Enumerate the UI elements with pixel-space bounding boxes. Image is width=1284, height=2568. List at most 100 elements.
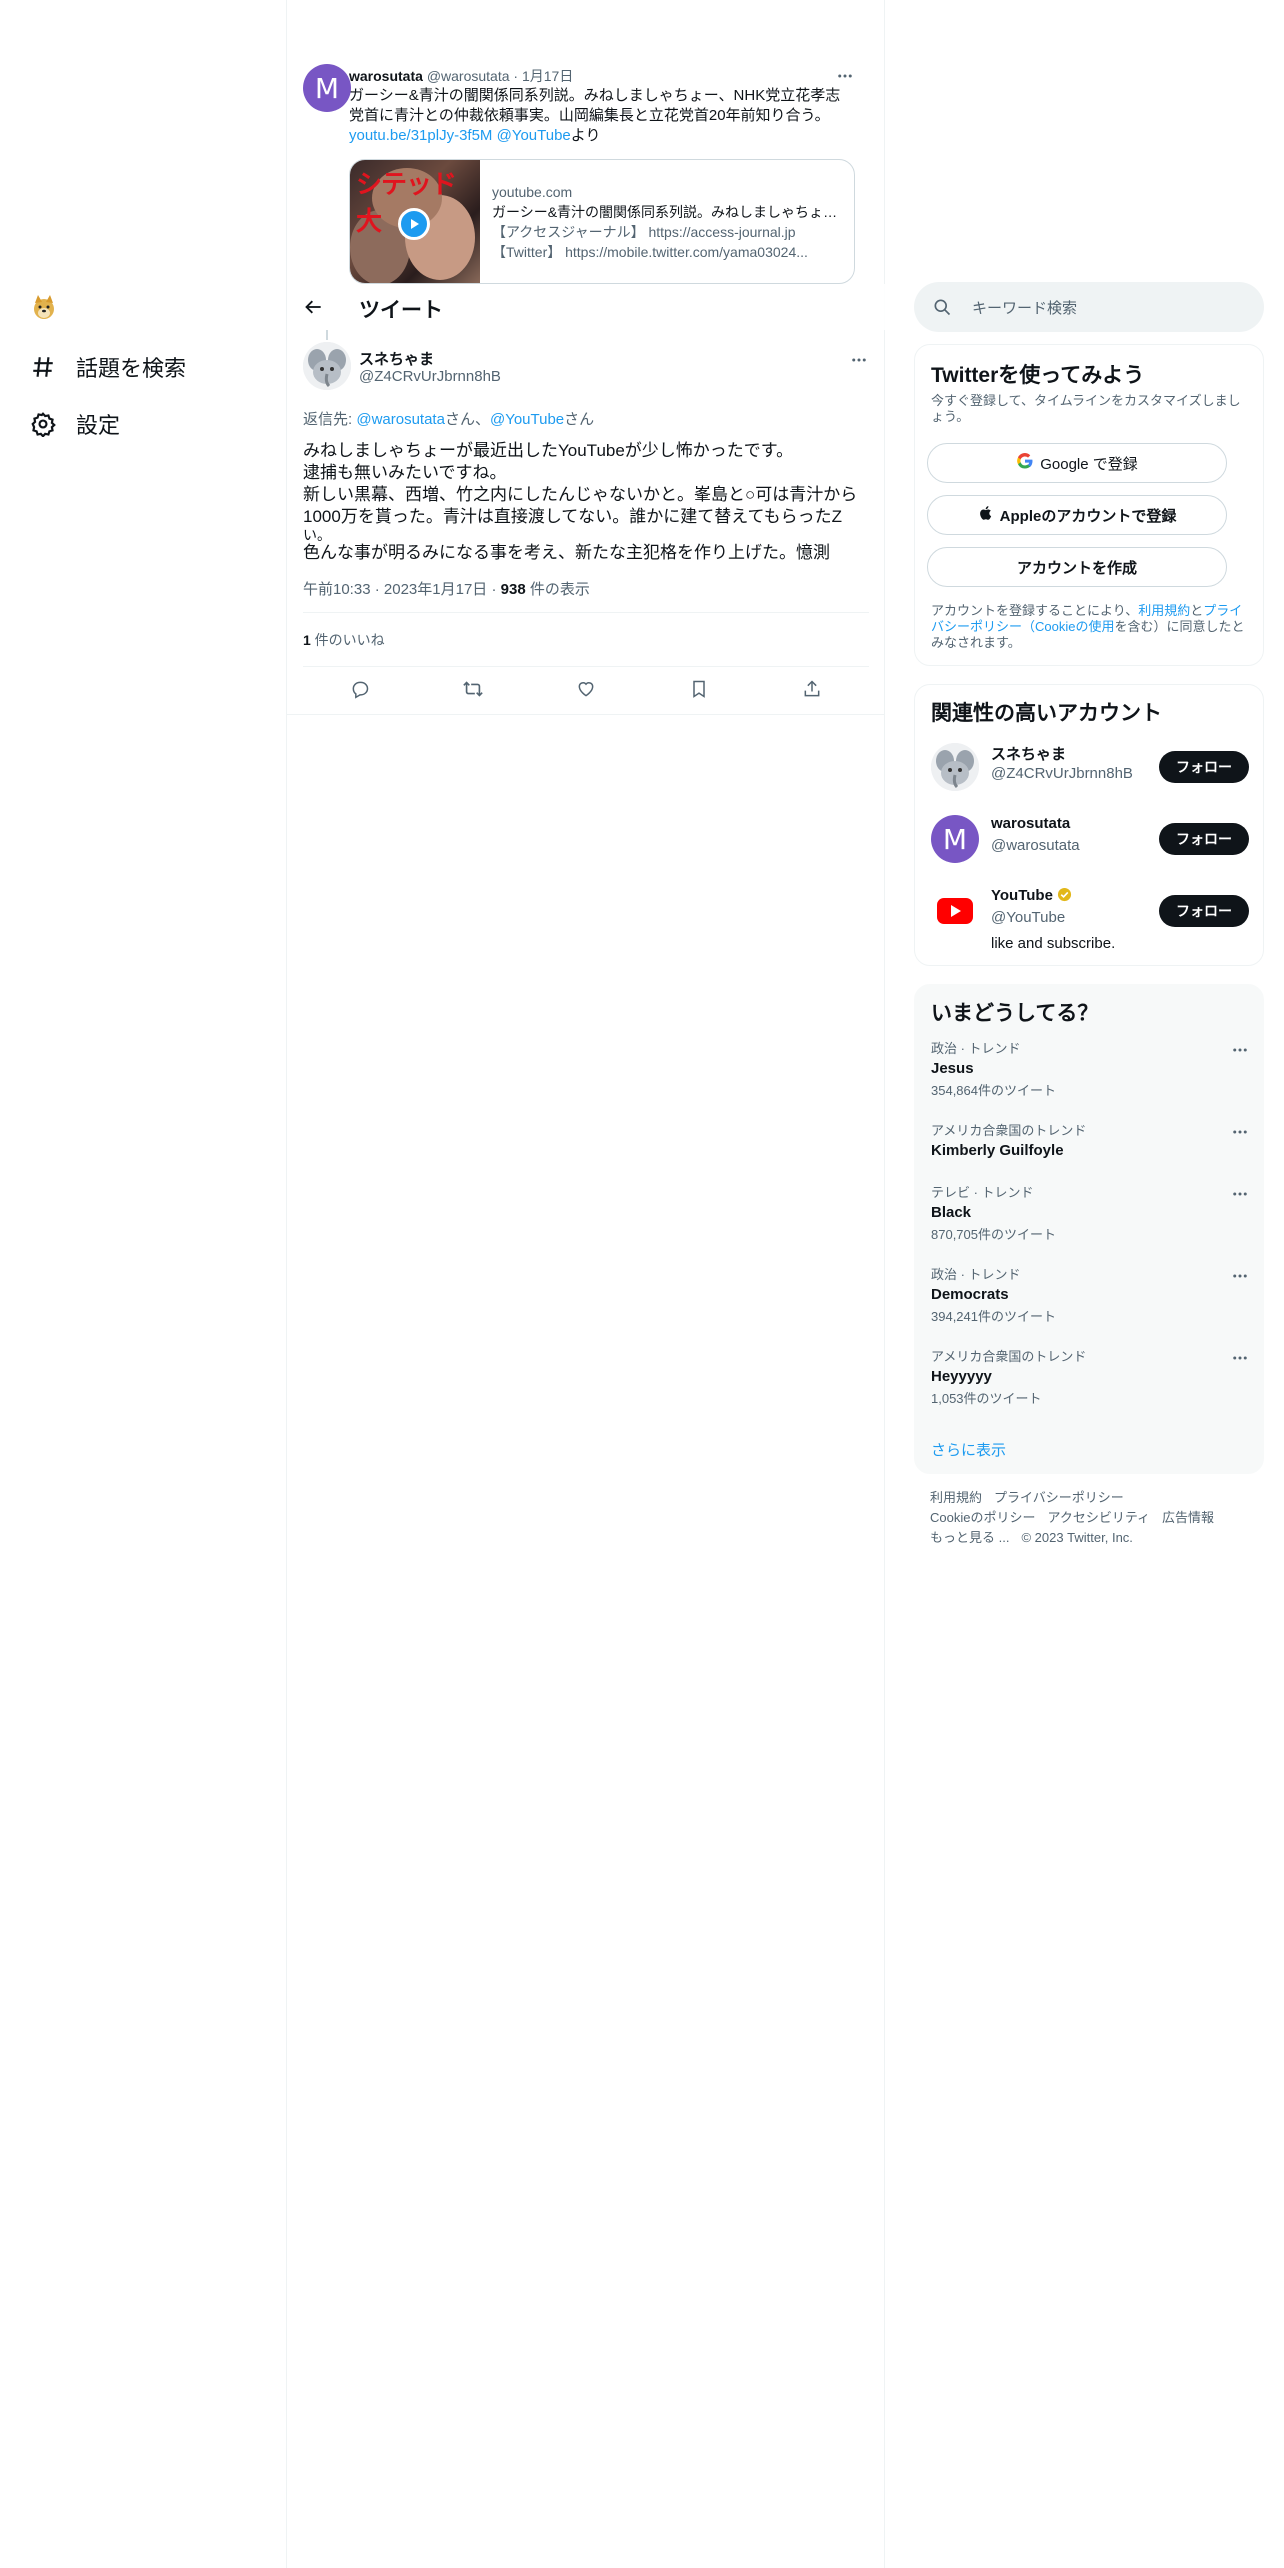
more-icon[interactable] <box>849 350 869 370</box>
account-name: YouTube <box>991 887 1072 906</box>
tweet-timestamp: 午前10:33 · 2023年1月17日 · 938 件の表示 <box>303 581 590 598</box>
trend-category: アメリカ合衆国のトレンド <box>931 1123 1087 1138</box>
terms-link[interactable]: 利用規約 <box>1138 603 1190 618</box>
trend-item[interactable]: テレビ · トレンド Black 870,705件のツイート <box>931 1185 1249 1243</box>
play-icon[interactable] <box>398 208 430 240</box>
mention-link[interactable]: @YouTube <box>490 411 564 428</box>
author-name[interactable]: warosutata <box>349 68 423 84</box>
back-arrow-icon[interactable] <box>301 294 327 320</box>
card-domain: youtube.com <box>492 184 573 200</box>
like-icon[interactable] <box>566 669 606 709</box>
tweet-date[interactable]: 1月17日 <box>522 68 573 84</box>
trend-item[interactable]: アメリカ合衆国のトレンド Heyyyyy 1,053件のツイート <box>931 1349 1249 1407</box>
tweet-header: warosutata @warosutata · 1月17日 <box>349 66 573 86</box>
account-name: warosutata <box>991 815 1071 832</box>
verified-badge-icon <box>1057 887 1072 906</box>
account-name: スネちゃま <box>991 746 1067 763</box>
mention-link[interactable]: @warosutata <box>356 411 445 428</box>
video-thumbnail[interactable]: シテッド大 <box>350 160 480 283</box>
tweet-text: みねしましゃちょーが最近出したYouTubeが少し怖かったです。 逮捕も無いみた… <box>303 441 858 562</box>
author-handle[interactable]: @Z4CRvUrJbrnn8hB <box>359 368 501 385</box>
link-card[interactable]: シテッド大 youtube.com ガーシー&青汁の闇関係同系列説。みねしましゃ… <box>349 159 855 284</box>
related-title: 関連性の高いアカウント <box>931 702 1162 725</box>
apple-signup-button[interactable]: Appleのアカウントで登録 <box>927 495 1227 535</box>
separator: · <box>513 68 519 84</box>
more-icon[interactable] <box>835 66 855 86</box>
divider <box>303 612 869 613</box>
trend-item[interactable]: アメリカ合衆国のトレンド Kimberly Guilfoyle <box>931 1123 1249 1161</box>
search-placeholder: キーワード検索 <box>972 300 1078 317</box>
search-input[interactable]: キーワード検索 <box>914 282 1264 332</box>
footer-link[interactable]: プライバシーポリシー <box>994 1490 1124 1505</box>
follow-button[interactable]: フォロー <box>1159 895 1249 927</box>
author-name[interactable]: スネちゃま <box>359 348 434 369</box>
trends-title: いまどうしてる？ <box>931 1002 1099 1025</box>
tweet-actions <box>303 664 869 714</box>
youtube-logo-icon[interactable] <box>931 887 979 935</box>
trend-item[interactable]: 政治 · トレンド Jesus 354,864件のツイート <box>931 1041 1249 1099</box>
account-row[interactable]: YouTube @YouTube like and subscribe. フォロ… <box>931 883 1249 959</box>
footer-link[interactable]: Cookieのポリシー <box>930 1510 1035 1525</box>
signup-box: Twitterを使ってみよう 今すぐ登録して、タイムラインをカスタマイズしましょ… <box>914 344 1264 666</box>
trend-count: 354,864件のツイート <box>931 1083 1056 1098</box>
more-icon[interactable] <box>1231 1123 1249 1146</box>
more-icon[interactable] <box>1231 1185 1249 1208</box>
google-signup-button[interactable]: Google で登録 <box>927 443 1227 483</box>
tweet-date[interactable]: 2023年1月17日 <box>384 581 487 598</box>
likes-count[interactable]: 1 件のいいね <box>303 630 385 650</box>
share-icon[interactable] <box>792 669 832 709</box>
hashtag-icon <box>28 352 58 382</box>
card-desc: 【アクセスジャーナル】 https://access-journal.jp <box>492 224 796 240</box>
card-title: ガーシー&青汁の闇関係同系列説。みねしましゃちょー、NHK党立花孝志 <box>492 204 842 220</box>
footer-link[interactable]: 広告情報 <box>1162 1510 1214 1525</box>
account-handle: @YouTube <box>991 909 1066 926</box>
trend-category: アメリカ合衆国のトレンド <box>931 1349 1087 1364</box>
more-icon[interactable] <box>1231 1041 1249 1064</box>
account-row[interactable]: M warosutata @warosutata フォロー <box>931 811 1249 871</box>
create-account-button[interactable]: アカウントを作成 <box>927 547 1227 587</box>
footer-link[interactable]: もっと見る ... <box>930 1530 1009 1545</box>
card-meta: youtube.com ガーシー&青汁の闇関係同系列説。みねしましゃちょー、NH… <box>492 182 842 262</box>
center-column: M warosutata @warosutata · 1月17日 ガーシー&青汁… <box>286 0 885 2568</box>
left-nav: 話題を検索 設定 <box>0 0 286 2568</box>
tweet-time[interactable]: 午前10:33 <box>303 581 371 598</box>
show-more-link[interactable]: さらに表示 <box>931 1439 1006 1460</box>
more-icon[interactable] <box>1231 1267 1249 1290</box>
trend-count: 870,705件のツイート <box>931 1227 1056 1242</box>
account-handle: @Z4CRvUrJbrnn8hB <box>991 765 1133 782</box>
trend-count: 394,241件のツイート <box>931 1309 1056 1324</box>
follow-button[interactable]: フォロー <box>1159 823 1249 855</box>
bookmark-icon[interactable] <box>679 669 719 709</box>
signup-subtitle: 今すぐ登録して、タイムラインをカスタマイズしましょう。 <box>931 393 1241 424</box>
trend-item[interactable]: 政治 · トレンド Democrats 394,241件のツイート <box>931 1267 1249 1325</box>
nav-explore[interactable]: 話題を検索 <box>28 347 186 387</box>
gear-icon <box>28 409 58 439</box>
youtube-link[interactable]: youtu.be/31plJy-3f5M <box>349 127 492 144</box>
avatar[interactable] <box>931 743 979 791</box>
trend-name: Democrats <box>931 1286 1009 1303</box>
avatar[interactable]: M <box>303 64 351 112</box>
account-row[interactable]: スネちゃま @Z4CRvUrJbrnn8hB フォロー <box>931 739 1249 799</box>
reply-icon[interactable] <box>340 669 380 709</box>
signup-title: Twitterを使ってみよう <box>931 364 1145 387</box>
trend-category: 政治 · トレンド <box>931 1041 1021 1056</box>
mention-link[interactable]: @YouTube <box>497 127 571 144</box>
trend-name: Heyyyyy <box>931 1368 992 1385</box>
retweet-icon[interactable] <box>453 669 493 709</box>
nav-settings[interactable]: 設定 <box>28 404 120 444</box>
avatar[interactable]: M <box>931 815 979 863</box>
footer-link[interactable]: 利用規約 <box>930 1490 982 1505</box>
tweet-text: ガーシー&青汁の闇関係同系列説。みねしましゃちょー、NHK党立花孝志 党首に青汁… <box>349 87 841 144</box>
account-bio: like and subscribe. <box>991 935 1116 952</box>
trends-box: いまどうしてる？ 政治 · トレンド Jesus 354,864件のツイート ア… <box>914 984 1264 1474</box>
footer-link[interactable]: アクセシビリティ <box>1047 1510 1150 1525</box>
reply-to: 返信先: @warosutataさん、@YouTubeさん <box>303 411 595 428</box>
author-handle[interactable]: @warosutata <box>427 68 510 84</box>
view-count: 938 <box>500 581 526 598</box>
follow-button[interactable]: フォロー <box>1159 751 1249 783</box>
nav-explore-label: 話題を検索 <box>76 356 187 381</box>
avatar[interactable] <box>303 342 351 390</box>
more-icon[interactable] <box>1231 1349 1249 1372</box>
doge-logo-icon[interactable] <box>30 293 58 321</box>
account-handle: @warosutata <box>991 837 1080 854</box>
